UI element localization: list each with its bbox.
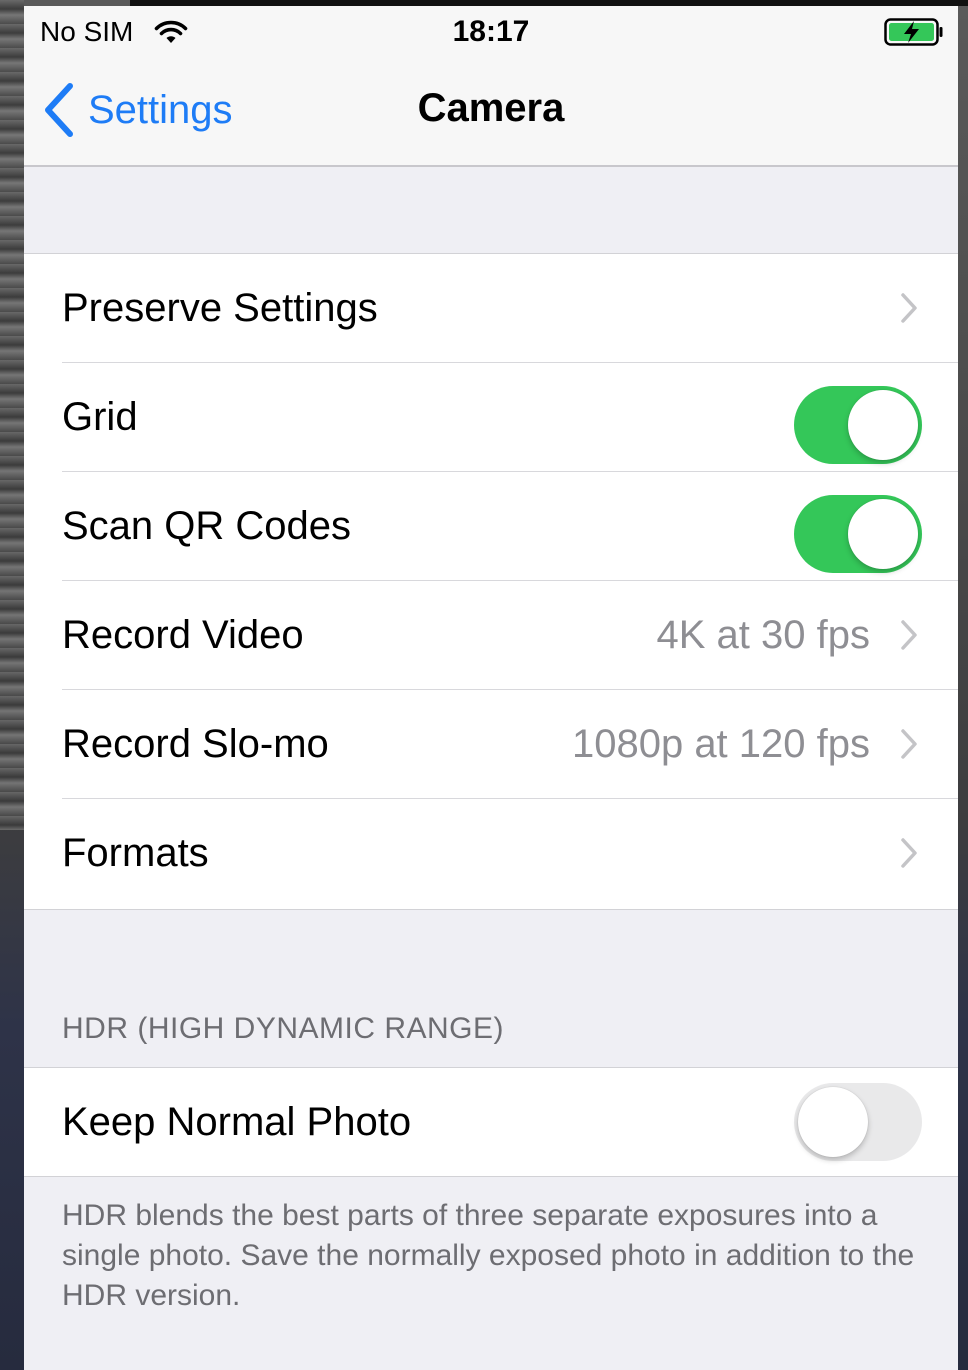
chevron-right-icon [901,293,917,323]
row-label: Preserve Settings [62,286,378,330]
row-label: Grid [62,395,138,439]
hdr-settings-group: Keep Normal Photo [24,1067,958,1177]
settings-screen: No SIM 18:17 Settings Camera Preserve Se… [24,6,958,1370]
row-value: 4K at 30 fps [656,613,870,657]
row-preserve-settings[interactable]: Preserve Settings [24,254,958,363]
page-title: Camera [417,86,565,130]
row-grid: Grid [24,363,958,472]
row-record-slo-mo[interactable]: Record Slo-mo 1080p at 120 fps [24,690,958,799]
scan-qr-codes-toggle[interactable] [794,495,922,573]
row-record-video[interactable]: Record Video 4K at 30 fps [24,581,958,690]
row-label: Record Slo-mo [62,722,329,766]
row-keep-normal-photo: Keep Normal Photo [24,1068,958,1176]
chevron-right-icon [901,729,917,759]
toggle-knob [848,390,918,460]
row-formats[interactable]: Formats [24,799,958,908]
background-photo-edge [0,0,24,830]
keep-normal-photo-toggle[interactable] [794,1083,922,1161]
row-label: Keep Normal Photo [62,1100,412,1144]
row-label: Formats [62,831,209,875]
hdr-section-footer: HDR blends the best parts of three separ… [62,1199,915,1312]
row-label: Scan QR Codes [62,504,352,548]
status-time: 18:17 [452,15,530,48]
battery-charging-icon [884,18,943,46]
row-scan-qr-codes: Scan QR Codes [24,472,958,581]
camera-settings-group: Preserve Settings Grid Scan QR Codes Rec… [24,253,958,910]
chevron-right-icon [901,620,917,650]
chevron-right-icon [901,838,917,868]
navigation-bar: Settings Camera [24,58,958,167]
grid-toggle[interactable] [794,386,922,464]
status-bar: No SIM 18:17 [24,6,958,58]
toggle-knob [848,499,918,569]
row-value: 1080p at 120 fps [571,722,870,766]
hdr-section-header: HDR (HIGH DYNAMIC RANGE) [62,1012,505,1045]
row-label: Record Video [62,613,304,657]
toggle-knob [798,1087,868,1157]
